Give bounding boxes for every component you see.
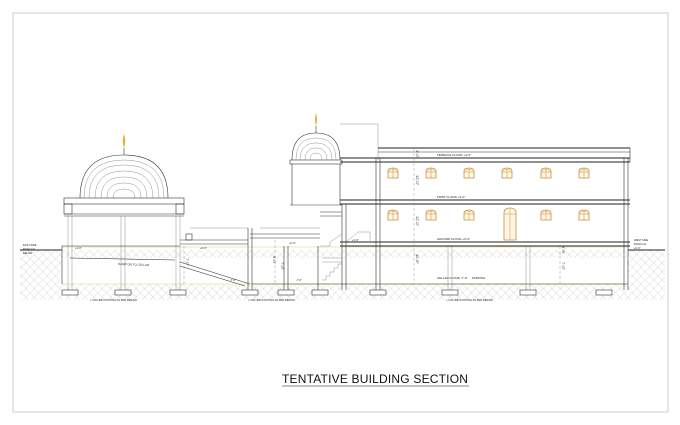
east-road-label-2: ROAD LVL [23, 247, 36, 251]
dim-mid-drop-b: 7'-0" [280, 262, 285, 271]
footing-note-right: + COLUMN FOOTING AS PER DESIGN [446, 298, 493, 302]
west-road-label-1: WEST SIDE [634, 238, 648, 242]
west-road-label-2: ROAD LVL [634, 242, 647, 246]
dim-cellar: 11'-6" [415, 254, 420, 264]
cellar-level-label: CELLAR FLOOR -7'-0" [437, 276, 468, 280]
dim-terrace: 4'-0" [415, 150, 420, 159]
dim-right-drop-a: 4'-6" [561, 246, 566, 255]
terrace-level-label: TERRACE FLOOR +4'-0" [437, 153, 471, 157]
ground-level-label: GROUND FLOOR +0'-0" [437, 237, 470, 241]
dim-first: 12'-0" [415, 175, 420, 186]
sheet-border [12, 12, 669, 413]
footing-note-left: + COLUMN FOOTING AS PER DESIGN [90, 298, 137, 302]
dim-left-drop: 7'-0" [185, 258, 190, 267]
drawing-title: TENTATIVE BUILDING SECTION [282, 372, 468, 386]
building-section-drawing: TERRACE FLOOR +4'-0" FIRST FLOOR +4'-0" … [12, 12, 669, 413]
dim-mid-drop-a: 5'-0" [272, 256, 277, 265]
east-road-label-1: EAST SIDE [23, 243, 37, 247]
footing-note-middle: + COLUMN FOOTING AS PER DESIGN [248, 298, 295, 302]
dim-ground: 12'-0" [415, 216, 420, 227]
level-stair: +4'-6" [352, 238, 359, 242]
level-cellar-left: -7'-0" [230, 278, 236, 282]
west-road-label-3: +0'-0" [634, 246, 641, 250]
dim-right-drop-b: 7'-0" [561, 262, 566, 271]
first-level-label: FIRST FLOOR +4'-0" [437, 195, 465, 199]
level-mid: +0'-0" [289, 241, 296, 245]
level-left-step: +0'-6" [200, 246, 207, 250]
level-left: +1'-0" [75, 246, 82, 250]
small-dome-tower [289, 113, 379, 206]
parking-label: PARKING [472, 276, 486, 280]
level-cellar-mid: -7'-0" [296, 278, 302, 282]
east-road-label-3: BELOW [23, 251, 33, 255]
